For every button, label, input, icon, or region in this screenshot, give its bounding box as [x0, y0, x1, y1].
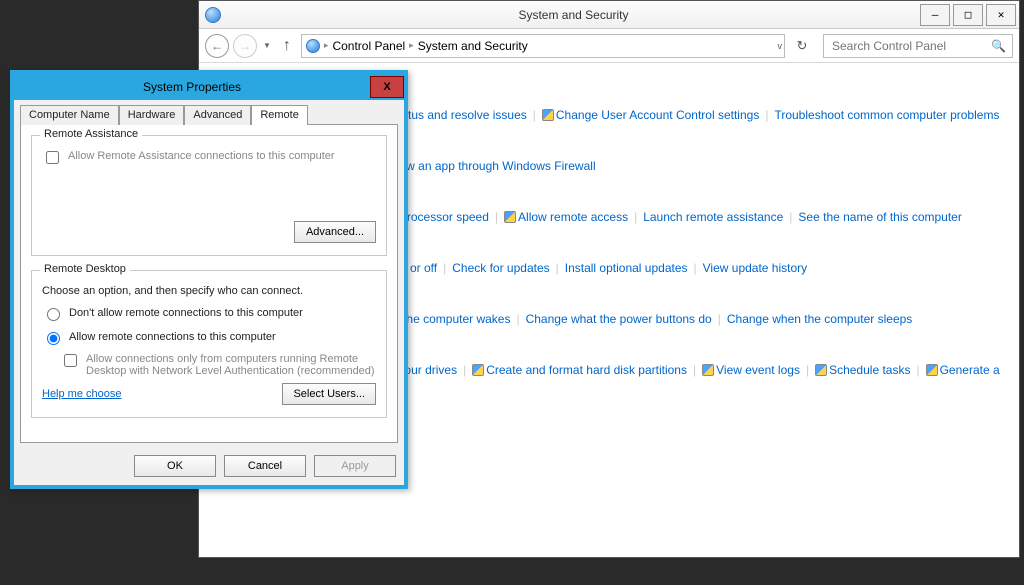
task-link[interactable]: Allow an app through Windows Firewall — [386, 159, 595, 173]
link-divider: | — [916, 363, 919, 377]
tab-advanced[interactable]: Advanced — [184, 105, 251, 125]
checkbox-input[interactable] — [46, 151, 59, 164]
task-link[interactable]: Change when the computer sleeps — [727, 312, 912, 326]
radio-label: Don't allow remote connections to this c… — [69, 307, 303, 319]
select-users-button[interactable]: Select Users... — [282, 383, 376, 405]
address-bar[interactable]: ▸ Control Panel ▸ System and Security v — [301, 34, 785, 58]
remote-assistance-advanced-button[interactable]: Advanced... — [294, 221, 376, 243]
dialog-close-button[interactable]: X — [370, 76, 404, 98]
radio-input[interactable] — [47, 332, 60, 345]
forward-button[interactable]: → — [233, 34, 257, 58]
task-link[interactable]: View update history — [703, 261, 808, 275]
apply-button[interactable]: Apply — [314, 455, 396, 477]
deny-remote-radio[interactable]: Don't allow remote connections to this c… — [42, 305, 376, 321]
tab-page-remote: Remote Assistance Allow Remote Assistanc… — [20, 124, 398, 443]
radio-input[interactable] — [47, 308, 60, 321]
checkbox-label: Allow Remote Assistance connections to t… — [68, 150, 335, 162]
task-link[interactable]: Change User Account Control settings — [556, 108, 759, 122]
radio-label: Allow remote connections to this compute… — [69, 331, 276, 343]
dialog-buttons: OK Cancel Apply — [14, 449, 404, 485]
up-button[interactable]: ↑ — [277, 36, 297, 56]
search-input[interactable] — [830, 38, 991, 54]
link-divider: | — [634, 210, 637, 224]
remote-assistance-group: Remote Assistance Allow Remote Assistanc… — [31, 135, 387, 256]
address-icon — [306, 39, 320, 53]
task-link[interactable]: See the name of this computer — [798, 210, 961, 224]
remote-desktop-group: Remote Desktop Choose an option, and the… — [31, 270, 387, 418]
shield-icon — [702, 364, 714, 376]
remote-desktop-desc: Choose an option, and then specify who c… — [42, 285, 376, 297]
shield-icon — [504, 211, 516, 223]
link-divider: | — [765, 108, 768, 122]
titlebar[interactable]: System and Security — □ ✕ — [199, 1, 1019, 29]
help-me-choose-link[interactable]: Help me choose — [42, 388, 122, 400]
allow-remote-assistance-checkbox[interactable]: Allow Remote Assistance connections to t… — [42, 150, 376, 167]
checkbox-label: Allow connections only from computers ru… — [86, 353, 376, 377]
task-link[interactable]: Schedule tasks — [829, 363, 910, 377]
address-dropdown-icon[interactable]: v — [776, 41, 785, 51]
task-link[interactable]: Allow remote access — [518, 210, 628, 224]
link-divider: | — [443, 261, 446, 275]
task-link[interactable]: View event logs — [716, 363, 800, 377]
task-link[interactable]: Troubleshoot common computer problems — [774, 108, 999, 122]
history-dropdown-icon[interactable]: ▼ — [261, 41, 273, 50]
allow-remote-radio[interactable]: Allow remote connections to this compute… — [42, 329, 376, 345]
back-button[interactable]: ← — [205, 34, 229, 58]
nla-checkbox[interactable]: Allow connections only from computers ru… — [60, 353, 376, 377]
tab-hardware[interactable]: Hardware — [119, 105, 185, 125]
shield-icon — [472, 364, 484, 376]
chevron-right-icon: ▸ — [324, 40, 329, 51]
group-title: Remote Assistance — [40, 128, 142, 140]
search-box[interactable]: 🔍 — [823, 34, 1013, 58]
minimize-button[interactable]: — — [920, 4, 950, 26]
dialog-titlebar[interactable]: System Properties X — [14, 74, 404, 100]
task-link[interactable]: Change what the power buttons do — [526, 312, 712, 326]
system-properties-dialog: System Properties X Computer NameHardwar… — [10, 70, 408, 489]
refresh-button[interactable]: ↻ — [789, 35, 815, 57]
dialog-title: System Properties — [14, 80, 370, 94]
checkbox-input[interactable] — [64, 354, 77, 367]
task-link[interactable]: Create and format hard disk partitions — [486, 363, 687, 377]
link-divider: | — [693, 363, 696, 377]
link-divider: | — [694, 261, 697, 275]
breadcrumb-item[interactable]: System and Security — [418, 39, 528, 53]
nav-bar: ← → ▼ ↑ ▸ Control Panel ▸ System and Sec… — [199, 29, 1019, 63]
task-link[interactable]: Install optional updates — [565, 261, 688, 275]
link-divider: | — [495, 210, 498, 224]
maximize-button[interactable]: □ — [953, 4, 983, 26]
tab-strip: Computer NameHardwareAdvancedRemote — [14, 100, 404, 124]
link-divider: | — [533, 108, 536, 122]
control-panel-icon — [205, 7, 221, 23]
cancel-button[interactable]: Cancel — [224, 455, 306, 477]
tab-remote[interactable]: Remote — [251, 105, 308, 125]
link-divider: | — [718, 312, 721, 326]
close-button[interactable]: ✕ — [986, 4, 1016, 26]
chevron-right-icon: ▸ — [409, 40, 414, 51]
window-title: System and Security — [227, 8, 920, 22]
ok-button[interactable]: OK — [134, 455, 216, 477]
link-divider: | — [789, 210, 792, 224]
tab-computer-name[interactable]: Computer Name — [20, 105, 119, 125]
task-link[interactable]: Check for updates — [452, 261, 549, 275]
shield-icon — [926, 364, 938, 376]
shield-icon — [542, 109, 554, 121]
link-divider: | — [806, 363, 809, 377]
link-divider: | — [556, 261, 559, 275]
link-divider: | — [463, 363, 466, 377]
breadcrumb-item[interactable]: Control Panel — [332, 39, 405, 53]
link-divider: | — [516, 312, 519, 326]
group-title: Remote Desktop — [40, 263, 130, 275]
search-icon: 🔍 — [991, 39, 1006, 53]
task-link[interactable]: Launch remote assistance — [643, 210, 783, 224]
shield-icon — [815, 364, 827, 376]
